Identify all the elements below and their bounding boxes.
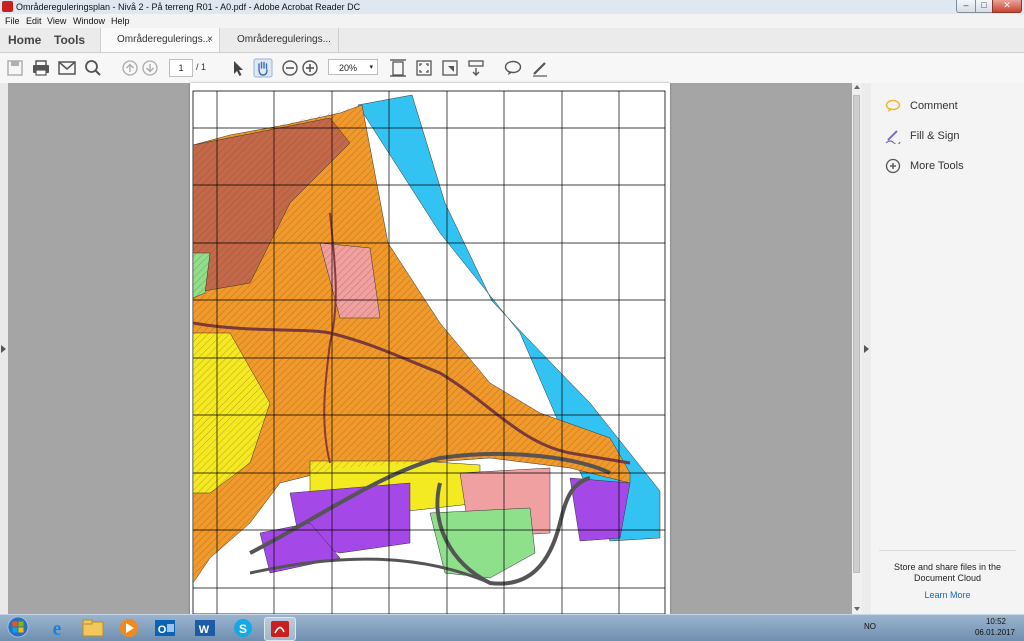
media-player-icon[interactable] xyxy=(114,617,144,639)
save-icon[interactable] xyxy=(5,58,25,78)
page-number-input[interactable]: 1 xyxy=(169,59,193,77)
search-icon[interactable] xyxy=(83,58,103,78)
cloud-promo-text: Store and share files in the Document Cl… xyxy=(893,562,1002,583)
tool-fill-sign-label: Fill & Sign xyxy=(910,130,960,142)
comment-icon xyxy=(885,99,901,112)
fill-sign-icon xyxy=(885,130,901,144)
learn-more-link[interactable]: Learn More xyxy=(881,590,1014,600)
zoning-map xyxy=(192,90,666,615)
plus-circle-icon xyxy=(885,158,901,174)
close-tab-icon[interactable]: × xyxy=(207,28,213,52)
tab-bar: Home Tools Områderegulerings... × Område… xyxy=(0,28,1024,53)
acrobat-app-icon xyxy=(2,1,13,12)
hand-icon[interactable] xyxy=(253,58,273,78)
scroll-up-icon[interactable] xyxy=(854,85,860,89)
zoom-select[interactable]: 20% ▾ xyxy=(328,59,378,75)
fit-page-icon[interactable] xyxy=(388,58,408,78)
internet-explorer-icon[interactable]: e xyxy=(42,617,72,639)
left-panel-toggle[interactable] xyxy=(0,83,8,614)
tool-more-tools-label: More Tools xyxy=(910,160,964,172)
toolbar: 1 / 1 20% ▾ xyxy=(0,53,1024,84)
page-up-icon[interactable] xyxy=(120,58,140,78)
scrollbar-thumb[interactable] xyxy=(853,95,860,573)
svg-text:O: O xyxy=(158,624,167,636)
pdf-page[interactable] xyxy=(190,83,670,615)
map-zone xyxy=(569,477,631,542)
word-icon[interactable]: W xyxy=(190,617,220,639)
tab-document-2-label: Områderegulerings... xyxy=(237,34,331,45)
menu-file[interactable]: File xyxy=(5,14,20,28)
vertical-scrollbar[interactable] xyxy=(852,83,862,614)
tab-document-1[interactable]: Områderegulerings... × xyxy=(100,28,220,52)
window-title: Områdereguleringsplan - Nivå 2 - På terr… xyxy=(16,2,361,12)
clock-date[interactable]: 06.01.2017 xyxy=(970,628,1020,637)
maximize-button[interactable]: □ xyxy=(975,0,993,13)
scroll-down-icon[interactable] xyxy=(854,607,860,611)
clock-time[interactable]: 10:52 xyxy=(976,617,1016,626)
page-total: / 1 xyxy=(196,62,207,72)
right-pane-toggle[interactable] xyxy=(862,83,871,614)
taskbar: e O W S NO 10:52 06.01.2017 xyxy=(0,614,1024,641)
close-window-button[interactable]: ✕ xyxy=(992,0,1022,13)
comment-icon[interactable] xyxy=(503,58,523,78)
full-screen-icon[interactable] xyxy=(414,58,434,78)
menu-bar: File Edit View Window Help xyxy=(0,14,1024,28)
print-icon[interactable] xyxy=(31,58,51,78)
windows-start-icon[interactable] xyxy=(3,616,33,640)
tab-document-2[interactable]: Områderegulerings... xyxy=(221,28,339,52)
title-bar: Områdereguleringsplan - Nivå 2 - På terr… xyxy=(0,0,1024,15)
chevron-down-icon: ▾ xyxy=(369,64,373,71)
zoom-in-icon[interactable] xyxy=(300,58,320,78)
zoom-value: 20% xyxy=(339,63,358,73)
tab-home[interactable]: Home xyxy=(8,28,41,52)
tab-document-1-label: Områderegulerings... xyxy=(117,34,211,45)
collapse-right-icon xyxy=(864,345,869,353)
tool-comment-label: Comment xyxy=(910,100,958,112)
email-icon[interactable] xyxy=(57,58,77,78)
pen-icon[interactable] xyxy=(530,58,550,78)
page-down-icon[interactable] xyxy=(140,58,160,78)
skype-icon[interactable]: S xyxy=(228,617,258,639)
acrobat-icon[interactable] xyxy=(264,617,296,641)
svg-text:W: W xyxy=(199,624,210,636)
tools-pane: Comment Fill & Sign More Tools Store and… xyxy=(871,83,1024,614)
divider xyxy=(879,550,1016,551)
svg-text:e: e xyxy=(53,618,62,639)
select-arrow-icon[interactable] xyxy=(228,58,248,78)
file-explorer-icon[interactable] xyxy=(78,617,108,639)
zoom-out-icon[interactable] xyxy=(280,58,300,78)
menu-window[interactable]: Window xyxy=(73,14,105,28)
expand-left-icon xyxy=(1,345,6,353)
minimize-button[interactable]: – xyxy=(956,0,976,13)
scroll-mode-icon[interactable] xyxy=(466,58,486,78)
menu-edit[interactable]: Edit xyxy=(26,14,42,28)
menu-view[interactable]: View xyxy=(47,14,66,28)
language-indicator[interactable]: NO xyxy=(864,615,876,639)
svg-text:S: S xyxy=(239,622,247,636)
menu-help[interactable]: Help xyxy=(111,14,130,28)
tab-tools[interactable]: Tools xyxy=(54,28,85,52)
marquee-zoom-icon[interactable] xyxy=(440,58,460,78)
outlook-icon[interactable]: O xyxy=(150,617,180,639)
